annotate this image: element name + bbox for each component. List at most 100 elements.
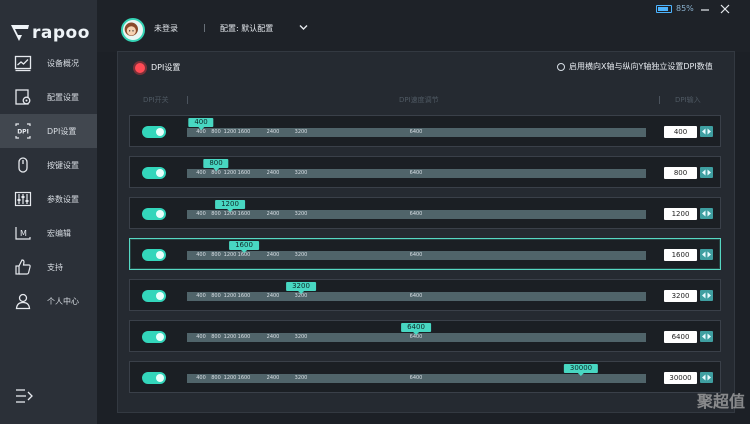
dpi-tick-label: 2400	[266, 293, 280, 299]
close-icon[interactable]	[720, 4, 730, 14]
dpi-tick-label: 3200	[294, 252, 308, 258]
dpi-toggle[interactable]	[142, 167, 166, 179]
dpi-tick-label: 1600	[237, 211, 251, 217]
sidebar-item-dpi-settings[interactable]: DPI DPI设置	[0, 114, 97, 148]
dpi-tick-label: 2400	[266, 211, 280, 217]
dpi-tick-label: 1200	[223, 375, 237, 381]
independent-xy-option[interactable]: 启用横向X轴与纵向Y轴独立设置DPI数值	[557, 61, 713, 72]
toggle-knob	[156, 374, 164, 382]
dpi-tick-label: 6400	[409, 211, 423, 217]
dpi-slider-value-bubble[interactable]: 30000	[563, 364, 599, 376]
dpi-tick-label: 800	[211, 334, 221, 340]
dpi-tick-label: 6400	[409, 293, 423, 299]
sliders-icon	[13, 189, 33, 209]
dpi-value-input[interactable]: 1600	[664, 249, 697, 261]
dpi-tick-label: 1200	[223, 334, 237, 340]
avatar[interactable]	[121, 18, 145, 42]
dpi-toggle[interactable]	[142, 126, 166, 138]
dpi-tick-label: 1200	[223, 129, 237, 135]
sidebar-item-label: 支持	[47, 262, 63, 272]
dpi-tick-label: 6400	[409, 375, 423, 381]
sidebar: rapoo 设备概况 配置设置 DPI DPI设置 按键设置 参数设置 M 宏编…	[0, 0, 97, 424]
macro-icon: M	[13, 223, 33, 243]
toggle-knob	[156, 128, 164, 136]
toggle-knob	[156, 333, 164, 341]
profile-selector[interactable]: 配置: 默认配置	[220, 23, 273, 34]
dpi-tick-label: 800	[211, 211, 221, 217]
dpi-toggle[interactable]	[142, 249, 166, 261]
dpi-tick-label: 3200	[294, 211, 308, 217]
dpi-value-input[interactable]: 3200	[664, 290, 697, 302]
dpi-tick-label: 6400	[409, 170, 423, 176]
dpi-slider[interactable]: 400 800 1200 1600 2400 3200 6400 400	[187, 118, 646, 137]
dpi-slider-value-bubble[interactable]: 800	[203, 159, 229, 171]
dpi-tick-label: 2400	[266, 170, 280, 176]
svg-text:DPI: DPI	[17, 129, 29, 136]
sidebar-item-profile-settings[interactable]: 配置设置	[0, 80, 97, 114]
independent-xy-radio[interactable]	[557, 62, 565, 71]
sidebar-item-label: 设备概况	[47, 58, 79, 68]
dpi-icon: DPI	[13, 121, 33, 141]
sidebar-item-personal-center[interactable]: 个人中心	[0, 284, 97, 318]
dpi-stepper-arrows-icon[interactable]	[700, 208, 713, 219]
dpi-slider-value-bubble[interactable]: 6400	[401, 323, 431, 335]
sidebar-item-macro-editor[interactable]: M 宏编辑	[0, 216, 97, 250]
sidebar-item-label: 配置设置	[47, 92, 79, 102]
sidebar-item-support[interactable]: 支持	[0, 250, 97, 284]
dpi-slider-value-bubble[interactable]: 1200	[215, 200, 245, 212]
toggle-knob	[156, 210, 164, 218]
dpi-slider[interactable]: 400 800 1200 1600 2400 3200 6400 30000	[187, 364, 646, 383]
dpi-stepper-arrows-icon[interactable]	[700, 372, 713, 383]
dpi-tick-label: 1200	[223, 252, 237, 258]
dpi-tick-label: 1200	[223, 293, 237, 299]
sidebar-item-label: 宏编辑	[47, 228, 71, 238]
panel-title: DPI设置	[151, 63, 181, 72]
mouse-icon	[13, 155, 33, 175]
dpi-value-input[interactable]: 800	[664, 167, 697, 179]
dpi-slider[interactable]: 400 800 1200 1600 2400 3200 6400 800	[187, 159, 646, 178]
dpi-tick-label: 3200	[294, 170, 308, 176]
status-indicator	[135, 63, 145, 73]
dpi-slider[interactable]: 400 800 1200 1600 2400 3200 6400 1600	[187, 241, 646, 260]
dpi-toggle[interactable]	[142, 331, 166, 343]
column-divider	[187, 96, 188, 104]
dpi-slider[interactable]: 400 800 1200 1600 2400 3200 6400 1200	[187, 200, 646, 219]
dpi-tick-label: 2400	[266, 375, 280, 381]
sidebar-item-key-settings[interactable]: 按键设置	[0, 148, 97, 182]
dpi-value-input[interactable]: 1200	[664, 208, 697, 220]
sidebar-nav: 设备概况 配置设置 DPI DPI设置 按键设置 参数设置 M 宏编辑 支持 个…	[0, 46, 97, 318]
dpi-slider-value-bubble[interactable]: 1600	[229, 241, 259, 253]
sidebar-item-parameter-settings[interactable]: 参数设置	[0, 182, 97, 216]
dpi-tick-label: 2400	[266, 252, 280, 258]
dpi-stepper-arrows-icon[interactable]	[700, 290, 713, 301]
dpi-slider-value-bubble[interactable]: 3200	[286, 282, 316, 294]
exit-icon[interactable]	[14, 386, 34, 406]
brand-logo: rapoo	[10, 20, 90, 46]
dpi-slider[interactable]: 400 800 1200 1600 2400 3200 6400 3200	[187, 282, 646, 301]
battery-percent: 85%	[676, 4, 694, 13]
dpi-tick-label: 6400	[409, 252, 423, 258]
dpi-value-input[interactable]: 6400	[664, 331, 697, 343]
dpi-tick-label: 400	[196, 375, 206, 381]
dpi-slider-value-bubble[interactable]: 400	[188, 118, 214, 130]
sidebar-item-label: DPI设置	[47, 126, 77, 136]
dpi-stepper-arrows-icon[interactable]	[700, 167, 713, 178]
dpi-row: 400 800 1200 1600 2400 3200 6400 1200 1200	[129, 197, 721, 229]
dpi-toggle[interactable]	[142, 372, 166, 384]
dpi-toggle[interactable]	[142, 208, 166, 220]
dpi-stepper-arrows-icon[interactable]	[700, 249, 713, 260]
dpi-value-input[interactable]: 30000	[664, 372, 697, 384]
dpi-tick-label: 400	[196, 293, 206, 299]
dpi-tick-label: 800	[211, 375, 221, 381]
minimize-icon[interactable]	[700, 5, 710, 15]
dpi-toggle[interactable]	[142, 290, 166, 302]
chevron-down-icon[interactable]	[299, 24, 308, 31]
dpi-stepper-arrows-icon[interactable]	[700, 126, 713, 137]
header-bar: 未登录 | 配置: 默认配置 85%	[97, 0, 750, 52]
dpi-stepper-arrows-icon[interactable]	[700, 331, 713, 342]
sidebar-item-device-overview[interactable]: 设备概况	[0, 46, 97, 80]
dpi-value-input[interactable]: 400	[664, 126, 697, 138]
dpi-slider[interactable]: 400 800 1200 1600 2400 3200 6400 6400	[187, 323, 646, 342]
login-status[interactable]: 未登录	[154, 23, 178, 34]
dpi-row: 400 800 1200 1600 2400 3200 6400 6400 6400	[129, 320, 721, 352]
